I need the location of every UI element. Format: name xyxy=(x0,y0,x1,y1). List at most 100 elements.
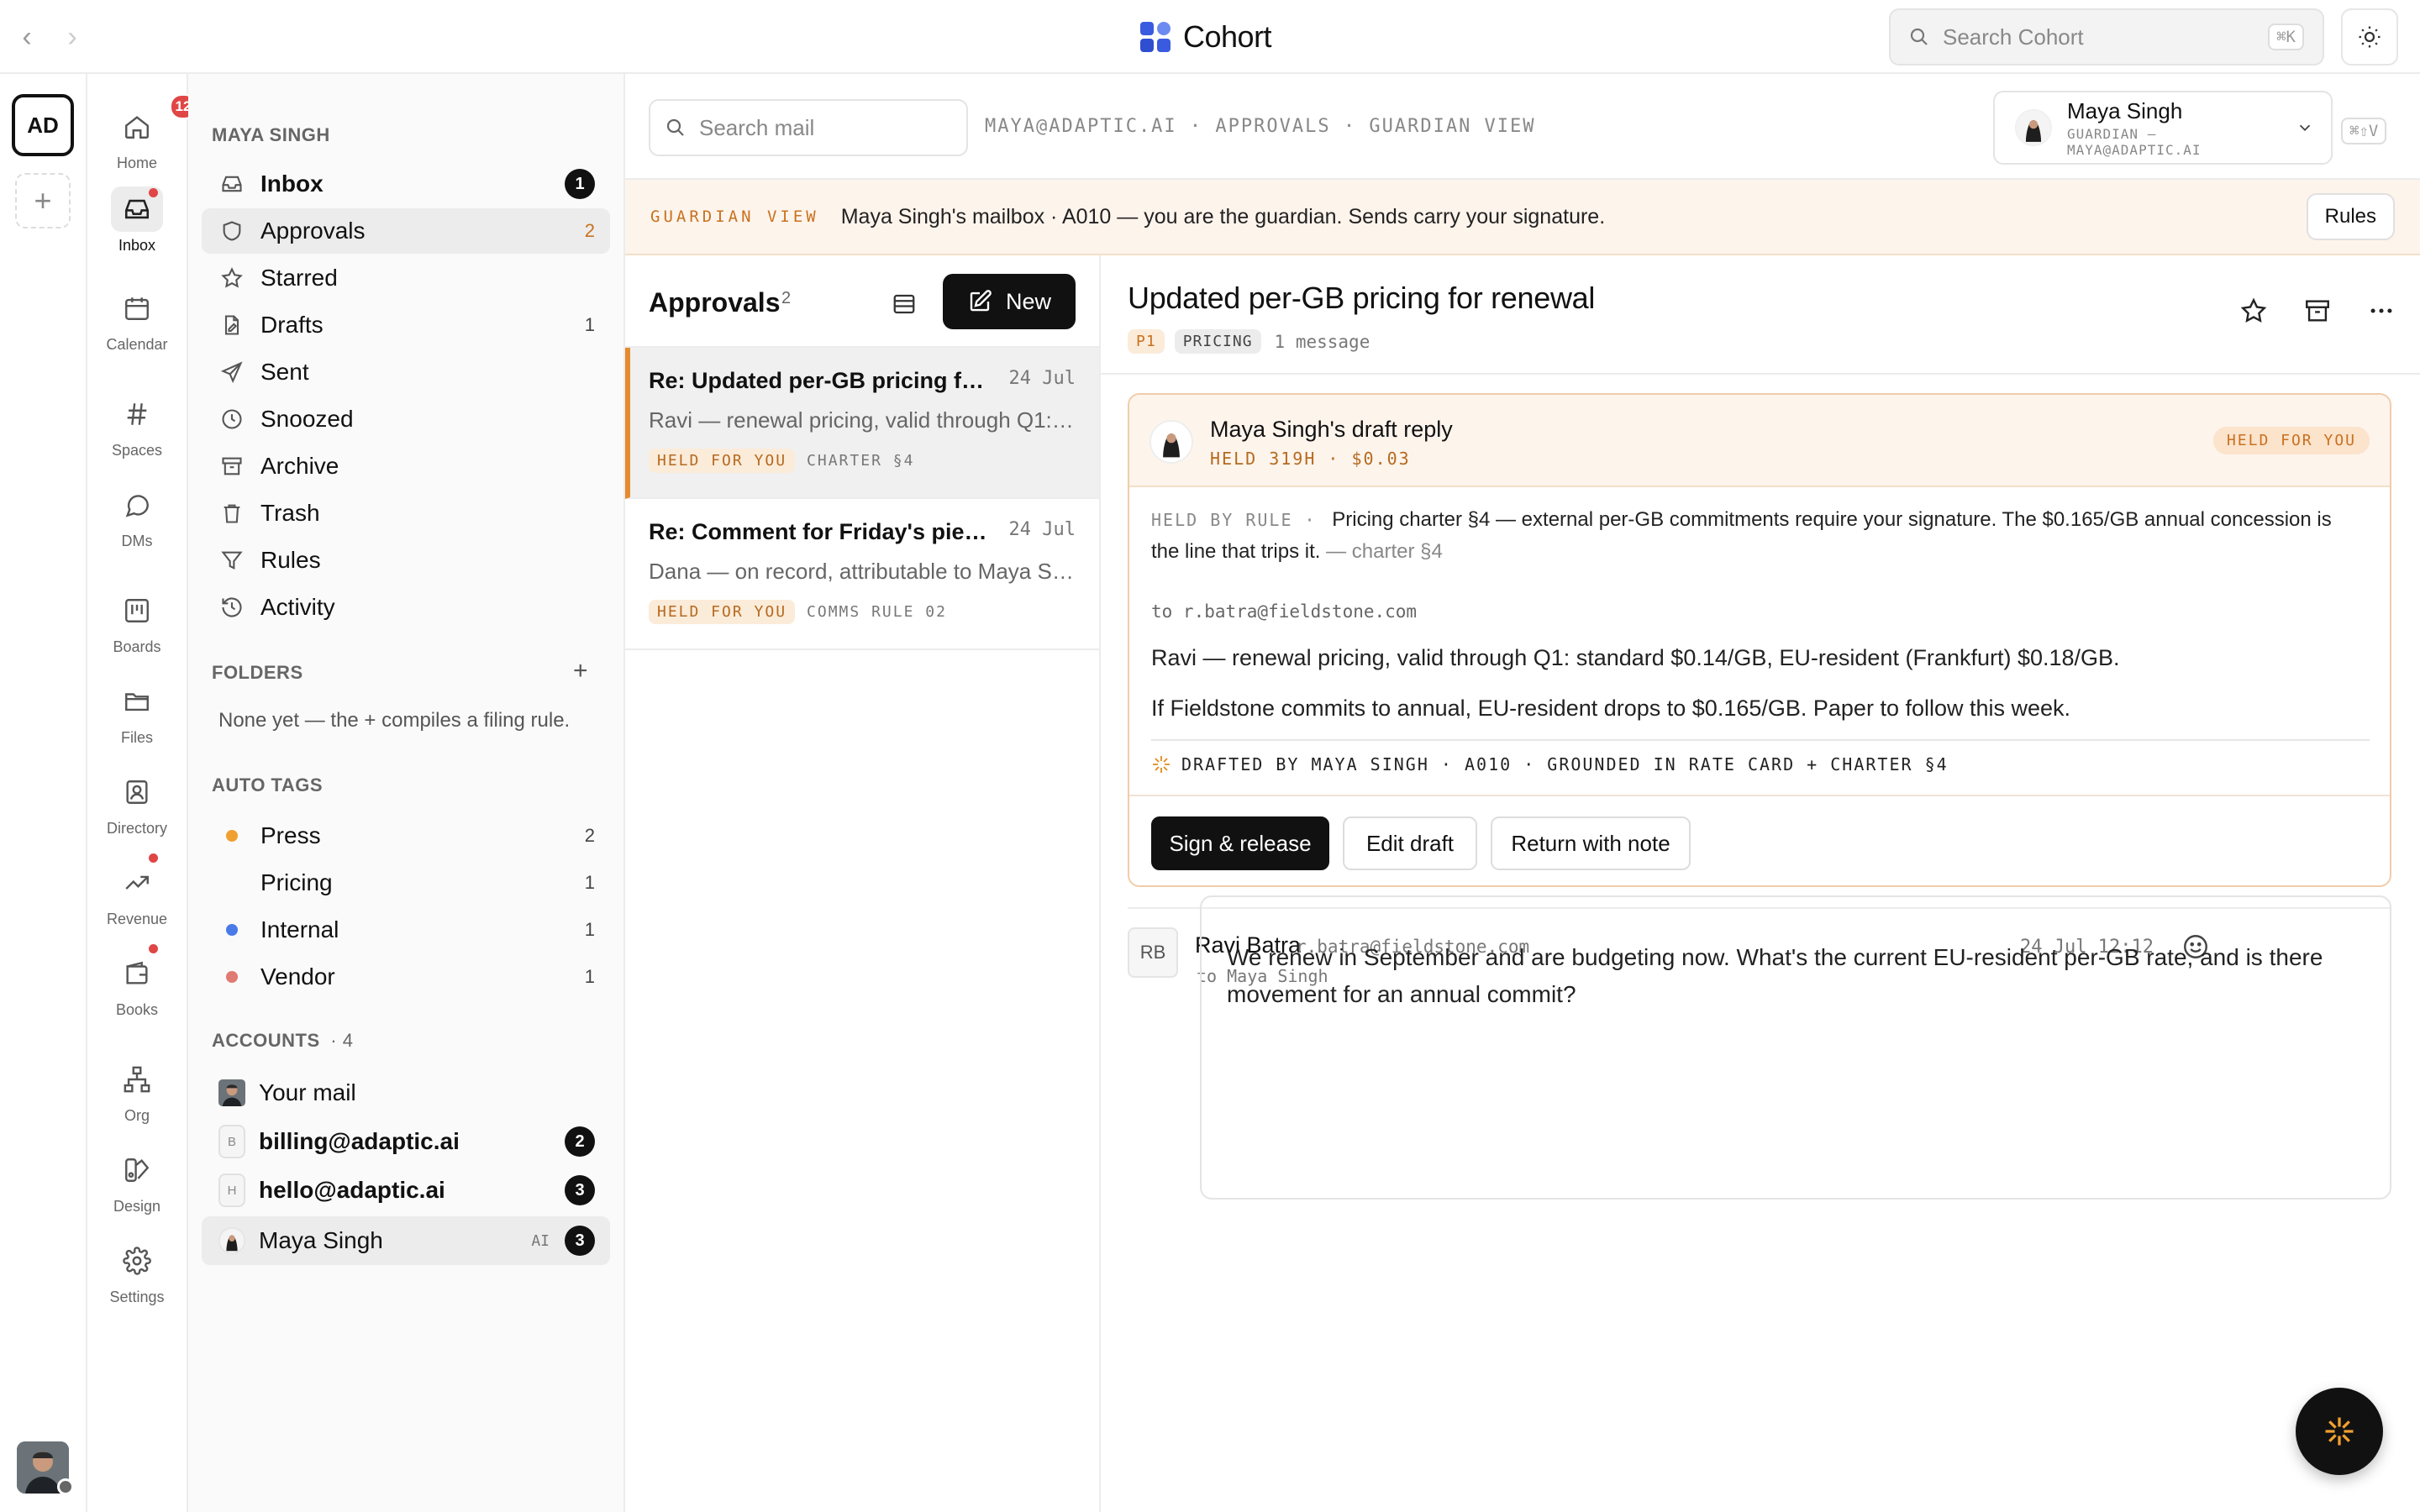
account-label: hello@adaptic.ai xyxy=(259,1177,445,1203)
list-header: Approvals 2 New xyxy=(625,255,1099,348)
rail-label-inbox: Inbox xyxy=(118,237,156,254)
content-header: Search mail MAYA@ADAPTIC.AI · APPROVALS … xyxy=(625,74,2420,180)
rail-item-directory[interactable]: Directory xyxy=(87,769,187,837)
label-badge: PRICING xyxy=(1174,329,1261,354)
assistant-button[interactable] xyxy=(2296,1388,2383,1475)
sun-icon xyxy=(2359,26,2381,48)
workspace-switcher[interactable]: AD xyxy=(12,94,74,156)
rail-label-dms: DMs xyxy=(121,533,153,549)
breadcrumb: MAYA@ADAPTIC.AI · APPROVALS · GUARDIAN V… xyxy=(985,116,1536,137)
rail-item-calendar[interactable]: Calendar xyxy=(87,286,187,354)
star-icon xyxy=(221,267,243,288)
rail-item-org[interactable]: Org xyxy=(87,1057,187,1125)
sidebar-item-approvals[interactable]: Approvals 2 xyxy=(202,208,610,254)
list-item[interactable]: Re: Updated per-GB pricing for renewal 2… xyxy=(625,348,1099,499)
edit-draft-button[interactable]: Edit draft xyxy=(1343,816,1477,870)
tag-count: 1 xyxy=(584,872,595,893)
global-search[interactable]: Search Cohort ⌘K xyxy=(1889,8,2324,66)
held-rule-ref: — charter §4 xyxy=(1326,540,1443,563)
divider xyxy=(1101,373,2420,375)
mailbox-user-switcher[interactable]: Maya Singh GUARDIAN — MAYA@ADAPTIC.AI xyxy=(1993,91,2333,165)
tag-item-vendor[interactable]: Vendor 1 xyxy=(202,954,610,1000)
account-item-hello[interactable]: H hello@adaptic.ai 3 xyxy=(202,1168,610,1213)
sidebar-item-rules[interactable]: Rules xyxy=(202,538,610,583)
rail-item-boards[interactable]: Boards xyxy=(87,588,187,656)
account-badge: 2 xyxy=(565,1126,595,1157)
list-item[interactable]: Re: Comment for Friday's piece on AI gov… xyxy=(625,499,1099,650)
star-button[interactable] xyxy=(2232,289,2275,333)
rail-label-home: Home xyxy=(116,155,157,171)
density-toggle-button[interactable] xyxy=(881,281,928,328)
inbox-count-badge: 1 xyxy=(565,169,595,199)
sidebar-item-label: Rules xyxy=(260,547,321,573)
add-folder-button[interactable]: + xyxy=(573,657,588,685)
rail-item-files[interactable]: Files xyxy=(87,679,187,747)
account-item-your-mail[interactable]: Your mail xyxy=(202,1070,610,1116)
account-badge: 3 xyxy=(565,1175,595,1205)
tag-item-pricing[interactable]: Pricing 1 xyxy=(202,860,610,906)
gear-icon xyxy=(123,1247,151,1275)
return-with-note-button[interactable]: Return with note xyxy=(1491,816,1691,870)
sidebar-item-label: Activity xyxy=(260,594,335,620)
send-icon xyxy=(220,361,243,384)
theme-toggle-button[interactable] xyxy=(2341,8,2398,66)
archive-button[interactable] xyxy=(2296,289,2339,333)
rail-item-books[interactable]: Books xyxy=(87,944,187,1019)
new-message-button[interactable]: New xyxy=(943,274,1076,329)
tag-label: Internal xyxy=(260,916,339,942)
calendar-icon xyxy=(125,297,149,320)
sidebar-item-label: Inbox xyxy=(260,171,324,197)
message-preview: Dana — on record, attributable to Maya S… xyxy=(649,559,1076,584)
draft-signature: DRAFTED BY MAYA SINGH · A010 · GROUNDED … xyxy=(1151,754,1949,774)
sidebar-item-drafts[interactable]: Drafts 1 xyxy=(202,302,610,348)
sidebar-item-activity[interactable]: Activity xyxy=(202,585,610,630)
rail-label-files: Files xyxy=(120,729,153,746)
account-item-maya-singh[interactable]: Maya Singh AI 3 xyxy=(202,1216,610,1265)
switcher-user-role: GUARDIAN — MAYA@ADAPTIC.AI xyxy=(2067,125,2202,158)
tag-item-internal[interactable]: Internal 1 xyxy=(202,907,610,953)
sidebar-item-label: Sent xyxy=(260,359,309,385)
sidebar-item-inbox[interactable]: Inbox 1 xyxy=(202,161,610,207)
mail-search-placeholder: Search mail xyxy=(699,114,815,140)
forward-arrow-icon[interactable]: › xyxy=(59,22,86,52)
rail-label-revenue: Revenue xyxy=(106,911,168,927)
accounts-title-text: ACCOUNTS xyxy=(212,1030,320,1051)
app-name: Cohort xyxy=(1183,19,1272,54)
mail-search-input[interactable]: Search mail xyxy=(649,99,968,156)
palette-icon xyxy=(125,1158,150,1182)
rail-item-home[interactable]: 12 Home xyxy=(87,94,197,172)
back-arrow-icon[interactable]: ‹ xyxy=(13,22,40,52)
wallet-icon xyxy=(126,961,148,984)
tag-color-dot xyxy=(226,830,238,842)
rail-item-settings[interactable]: Settings xyxy=(87,1238,187,1306)
sparkle-icon xyxy=(2325,1417,2354,1446)
message-body: We renew in September and are budgeting … xyxy=(1200,895,2391,1200)
rail-item-inbox[interactable]: Inbox xyxy=(87,186,187,255)
new-button-label: New xyxy=(1005,288,1051,314)
add-workspace-button[interactable]: + xyxy=(15,173,71,228)
account-item-billing[interactable]: B billing@adaptic.ai 2 xyxy=(202,1119,610,1164)
rail-item-design[interactable]: Design xyxy=(87,1147,187,1215)
rules-button[interactable]: Rules xyxy=(2306,193,2395,240)
sidebar-item-trash[interactable]: Trash xyxy=(202,491,610,536)
search-icon xyxy=(666,118,684,136)
draft-stats: HELD 319H · $0.03 xyxy=(1210,449,1411,469)
message-rule-ref: COMMS RULE 02 xyxy=(807,603,947,621)
tag-item-press[interactable]: Press 2 xyxy=(202,813,610,858)
draft-body-line: If Fieldstone commits to annual, EU-resi… xyxy=(1151,696,2071,721)
more-horizontal-icon xyxy=(2370,308,2392,313)
rail-item-revenue[interactable]: Revenue xyxy=(87,853,187,928)
sidebar-item-sent[interactable]: Sent xyxy=(202,349,610,395)
cohort-logo-icon xyxy=(1140,22,1171,52)
rail-item-spaces[interactable]: Spaces xyxy=(87,391,187,459)
avatar: RB xyxy=(1128,927,1178,978)
rail-item-dms[interactable]: DMs xyxy=(87,482,187,550)
sparkle-icon xyxy=(1153,756,1170,773)
list-count: 2 xyxy=(781,289,792,307)
sidebar-item-snoozed[interactable]: Snoozed xyxy=(202,396,610,442)
more-options-button[interactable] xyxy=(2360,289,2403,333)
sidebar-item-label: Archive xyxy=(260,453,339,479)
sidebar-item-starred[interactable]: Starred xyxy=(202,255,610,301)
sidebar-item-archive[interactable]: Archive xyxy=(202,444,610,489)
sign-and-release-button[interactable]: Sign & release xyxy=(1151,816,1329,870)
